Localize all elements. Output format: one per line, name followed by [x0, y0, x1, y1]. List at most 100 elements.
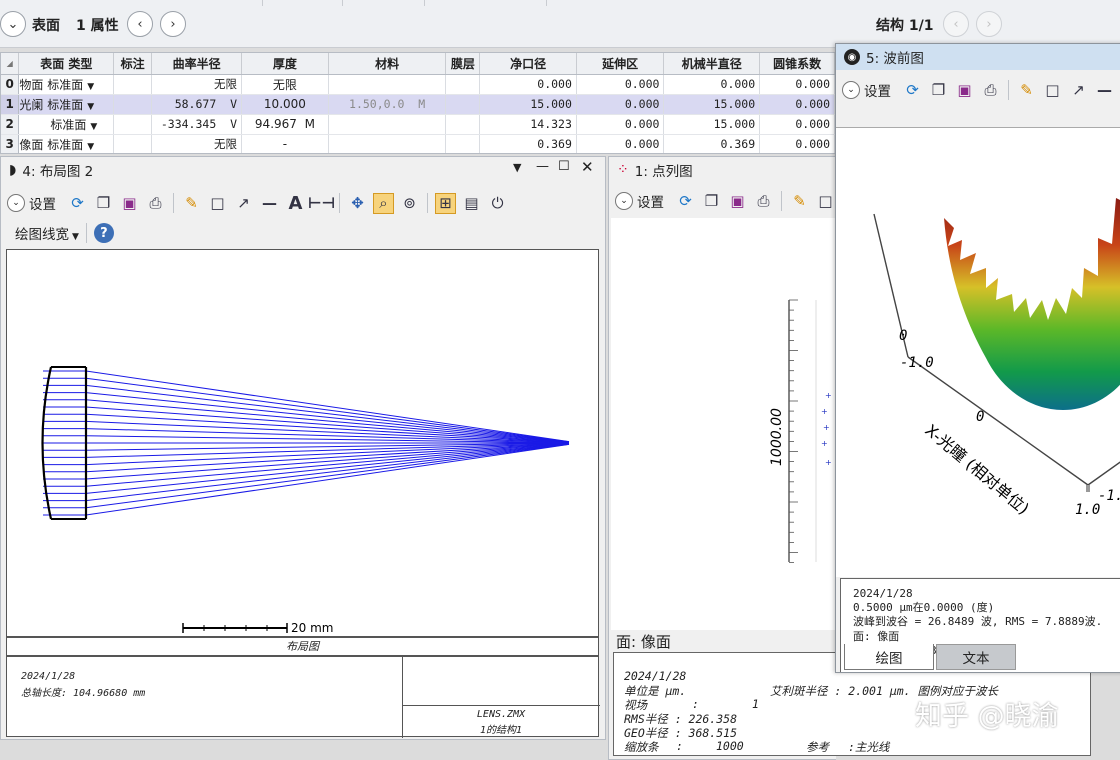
coating-cell[interactable]: [445, 94, 481, 115]
spot-window-titlebar[interactable]: ⁘ 1: 点列图: [609, 157, 836, 183]
conic-cell[interactable]: 0.000: [759, 94, 835, 115]
dropdown-arrow-icon[interactable]: ▼: [87, 142, 94, 152]
comment-cell[interactable]: [113, 74, 153, 95]
column-header[interactable]: 厚度: [241, 53, 329, 75]
text-icon[interactable]: A: [285, 193, 306, 214]
save-icon[interactable]: ▣: [119, 193, 140, 214]
thickness-cell[interactable]: 无限: [241, 74, 329, 95]
surface-type-cell[interactable]: 像面 标准面 ▼: [18, 134, 115, 153]
close-icon[interactable]: ✕: [581, 158, 594, 176]
arrow-icon[interactable]: ↗: [1068, 80, 1089, 101]
column-header[interactable]: 圆锥系数: [759, 53, 835, 75]
pencil-icon[interactable]: ✎: [789, 191, 810, 212]
coating-cell[interactable]: [445, 114, 481, 135]
help-icon[interactable]: ?: [93, 223, 114, 243]
radius-cell[interactable]: 无限: [151, 74, 243, 95]
thickness-cell[interactable]: -: [241, 134, 329, 153]
rectangle-icon[interactable]: □: [815, 191, 836, 212]
mech-semi-dia-cell[interactable]: 15.000: [663, 94, 761, 115]
layout-plot-area[interactable]: 20 mm: [6, 249, 599, 637]
prev-surface-button[interactable]: ‹: [127, 11, 153, 37]
thickness-cell[interactable]: 10.000: [241, 94, 329, 115]
comment-cell[interactable]: [113, 134, 153, 153]
table-row[interactable]: 2 标准面 ▼ -334.345 V 94.967 M 14.323 0.000 …: [1, 114, 835, 135]
collapse-chevron-button[interactable]: ⌄: [0, 11, 26, 37]
rectangle-icon[interactable]: □: [207, 193, 228, 214]
chip-zone-cell[interactable]: 0.000: [576, 94, 665, 115]
clear-semi-dia-cell[interactable]: 0.369: [479, 134, 577, 153]
line-icon[interactable]: —: [259, 193, 280, 214]
next-config-button[interactable]: ›: [976, 11, 1002, 37]
line-icon[interactable]: —: [1094, 80, 1115, 101]
column-header[interactable]: 延伸区: [576, 53, 665, 75]
column-header[interactable]: 标注: [113, 53, 153, 75]
copy-icon[interactable]: ❐: [928, 80, 949, 101]
material-cell[interactable]: [328, 74, 447, 95]
solve-flag[interactable]: V: [230, 97, 237, 111]
comment-cell[interactable]: [113, 114, 153, 135]
dropdown-arrow-icon[interactable]: ▼: [513, 161, 521, 174]
refresh-icon[interactable]: ⟳: [67, 193, 88, 214]
grid-layout-icon[interactable]: ⊞: [435, 192, 456, 214]
print-icon[interactable]: ⎙: [753, 191, 774, 212]
prev-config-button[interactable]: ‹: [943, 11, 969, 37]
mech-semi-dia-cell[interactable]: 0.000: [663, 74, 761, 95]
surface-type-cell[interactable]: 光阑 标准面 ▼: [18, 94, 115, 115]
lock-icon[interactable]: ⊚: [399, 193, 420, 214]
tab-plot[interactable]: 绘图: [844, 644, 934, 670]
conic-cell[interactable]: 0.000: [759, 74, 835, 95]
comment-cell[interactable]: [113, 94, 153, 115]
table-row[interactable]: 0 物面 标准面 ▼ 无限 无限 0.000 0.000 0.000 0.000: [1, 74, 835, 95]
clear-semi-dia-cell[interactable]: 14.323: [479, 114, 577, 135]
column-header[interactable]: 机械半直径: [663, 53, 761, 75]
settings-button[interactable]: ⌄ 设置: [7, 193, 56, 213]
clear-semi-dia-cell[interactable]: 0.000: [479, 74, 577, 95]
chip-zone-cell[interactable]: 0.000: [576, 74, 665, 95]
surface-type-cell[interactable]: 标准面 ▼: [18, 114, 115, 135]
settings-button[interactable]: ⌄ 设置: [615, 191, 664, 211]
save-icon[interactable]: ▣: [727, 191, 748, 212]
layout-window-titlebar[interactable]: ◗ 4: 布局图 2 ▼ — ☐ ✕: [1, 157, 605, 183]
coating-cell[interactable]: [445, 134, 481, 153]
rectangle-icon[interactable]: □: [1042, 80, 1063, 101]
zoom-icon[interactable]: ⌕: [373, 192, 394, 214]
dropdown-arrow-icon[interactable]: ▼: [90, 122, 97, 132]
mech-semi-dia-cell[interactable]: 15.000: [663, 114, 761, 135]
radius-cell[interactable]: 无限: [151, 134, 243, 153]
material-cell[interactable]: 1.50,0.0 M: [328, 94, 447, 115]
table-row[interactable]: 1 光阑 标准面 ▼ 58.677 V 10.000 1.50,0.0 M 15.…: [1, 94, 835, 115]
conic-cell[interactable]: 0.000: [759, 114, 835, 135]
minimize-icon[interactable]: —: [536, 159, 549, 174]
chip-zone-cell[interactable]: 0.000: [576, 134, 665, 153]
pencil-icon[interactable]: ✎: [1016, 80, 1037, 101]
maximize-icon[interactable]: ☐: [558, 159, 570, 174]
surface-type-cell[interactable]: 物面 标准面 ▼: [18, 74, 115, 95]
mech-semi-dia-cell[interactable]: 0.369: [663, 134, 761, 153]
chip-zone-cell[interactable]: 0.000: [576, 114, 665, 135]
radius-cell[interactable]: 58.677 V: [151, 94, 243, 115]
solve-flag[interactable]: M: [418, 97, 425, 111]
thickness-cell[interactable]: 94.967 M: [241, 114, 329, 135]
tab-text[interactable]: 文本: [936, 644, 1016, 670]
pencil-icon[interactable]: ✎: [181, 193, 202, 214]
window-layout-icon[interactable]: ▤: [461, 193, 482, 214]
solve-flag[interactable]: M: [305, 117, 315, 131]
material-cell[interactable]: [328, 114, 447, 135]
table-row[interactable]: 3 像面 标准面 ▼ 无限 - 0.369 0.000 0.369 0.000: [1, 134, 835, 153]
wavefront-plot-area[interactable]: 0 -1.0 0 1.0 -1. X-光瞳 (相对单位): [836, 127, 1120, 577]
next-surface-button[interactable]: ›: [160, 11, 186, 37]
conic-cell[interactable]: 0.000: [759, 134, 835, 153]
column-header[interactable]: 膜层: [445, 53, 481, 75]
linewidth-dropdown[interactable]: 绘图线宽 ▼: [15, 223, 79, 243]
column-header[interactable]: 净口径: [479, 53, 577, 75]
radius-cell[interactable]: -334.345 V: [151, 114, 243, 135]
dropdown-arrow-icon[interactable]: ▼: [87, 82, 94, 92]
column-header[interactable]: 材料: [328, 53, 447, 75]
spot-plot-area[interactable]: 1000.00 + + + + +: [611, 218, 837, 630]
arrow-icon[interactable]: ↗: [233, 193, 254, 214]
copy-icon[interactable]: ❐: [701, 191, 722, 212]
solve-flag[interactable]: V: [230, 117, 237, 131]
refresh-icon[interactable]: ⟳: [675, 191, 696, 212]
print-icon[interactable]: ⎙: [145, 193, 166, 214]
save-icon[interactable]: ▣: [954, 80, 975, 101]
